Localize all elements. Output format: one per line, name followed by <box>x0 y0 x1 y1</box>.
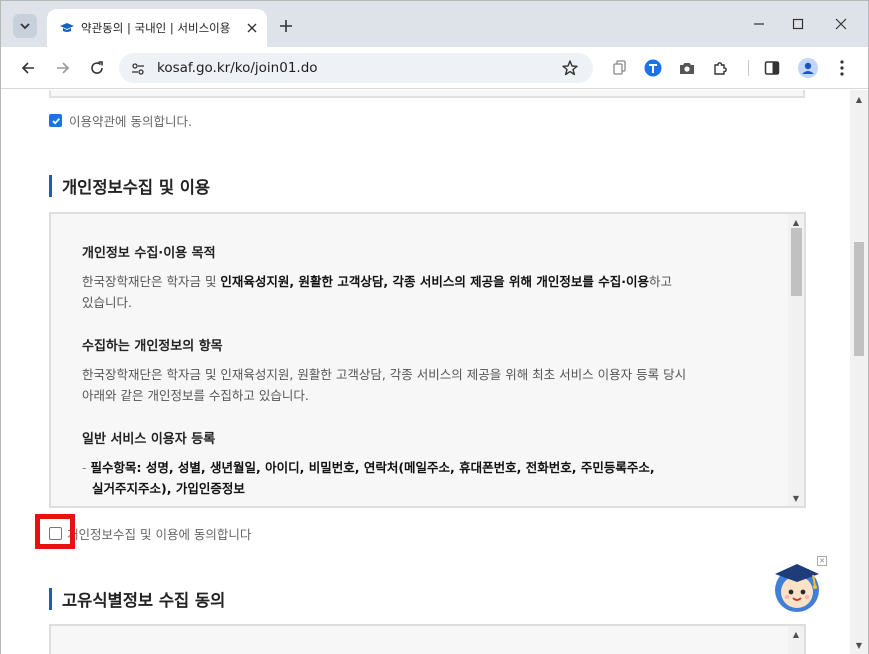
highlight-box <box>35 514 75 549</box>
puzzle-icon[interactable] <box>709 56 733 80</box>
terms-agree-label: 이용약관에 동의합니다. <box>69 114 192 129</box>
translate-icon[interactable] <box>641 56 665 80</box>
terms-scrollbar[interactable]: ▲ ▼ <box>788 214 804 506</box>
plus-icon[interactable] <box>275 15 297 37</box>
tab-bar: 약관동의 | 국내인 | 서비스이용자 등록 <box>1 1 868 47</box>
items-text: 한국장학재단은 학자금 및 인재육성지원, 원활한 고객상담, 각종 서비스의 … <box>82 367 687 403</box>
terms-agree-checkbox[interactable] <box>49 114 62 127</box>
section-title-text: 개인정보수집 및 이용 <box>62 178 211 197</box>
sidepanel-icon[interactable] <box>760 56 784 80</box>
arrow-right-icon[interactable] <box>51 56 75 80</box>
terms-scrollbar[interactable]: ▲ <box>788 626 804 654</box>
section-accent-bar <box>49 588 52 610</box>
privacy-terms-box[interactable]: 개인정보 수집·이용 목적 한국장학재단은 학자금 및 인재육성지원, 원활한 … <box>49 212 806 508</box>
section-accent-bar <box>49 175 52 197</box>
required-items: - 필수항목: 성명, 성별, 생년월일, 아이디, 비밀번호, 연락처(메일주… <box>82 460 655 496</box>
arrow-left-icon[interactable] <box>16 56 40 80</box>
purpose-text: 한국장학재단은 학자금 및 인재육성지원, 원활한 고객상담, 각종 서비스의 … <box>82 274 672 310</box>
general-heading: 일반 서비스 이용자 등록 <box>82 432 216 447</box>
browser-toolbar: kosaf.go.kr/ko/join01.do <box>1 47 868 89</box>
close-icon[interactable] <box>243 19 261 37</box>
unique-id-section-title: 고유식별정보 수집 동의 <box>49 587 225 611</box>
star-icon[interactable] <box>561 59 579 81</box>
close-icon[interactable]: ✕ <box>817 556 827 566</box>
reload-icon[interactable] <box>85 56 109 80</box>
graduation-cap-icon <box>59 20 75 36</box>
close-icon[interactable] <box>830 13 852 35</box>
page-scroll-thumb[interactable] <box>854 242 864 356</box>
privacy-agree-row[interactable]: 개인정보수집 및 이용에 동의합니다 <box>49 524 251 543</box>
more-vert-icon[interactable] <box>830 56 854 80</box>
copy-icon[interactable] <box>608 56 632 80</box>
browser-tab[interactable]: 약관동의 | 국내인 | 서비스이용자 등록 <box>47 9 267 47</box>
browser-window: 약관동의 | 국내인 | 서비스이용자 등록 <box>0 0 869 654</box>
privacy-terms-content: 개인정보 수집·이용 목적 한국장학재단은 학자금 및 인재육성지원, 원활한 … <box>82 242 742 499</box>
privacy-agree-label: 개인정보수집 및 이용에 동의합니다 <box>67 527 252 542</box>
maximize-icon[interactable] <box>787 13 809 35</box>
purpose-heading: 개인정보 수집·이용 목적 <box>82 246 216 261</box>
minimize-icon[interactable] <box>748 13 770 35</box>
address-bar[interactable]: kosaf.go.kr/ko/join01.do <box>119 53 593 83</box>
section-title-text: 고유식별정보 수집 동의 <box>62 591 226 610</box>
terms-scroll-thumb[interactable] <box>791 228 802 296</box>
page-scrollbar[interactable]: ▲ ▼ <box>850 90 868 654</box>
scroll-up-icon[interactable]: ▲ <box>791 217 801 227</box>
scroll-down-icon[interactable]: ▼ <box>791 493 801 503</box>
chevron-down-icon[interactable] <box>13 14 37 38</box>
tab-title: 약관동의 | 국내인 | 서비스이용자 등록 <box>81 21 231 35</box>
scroll-down-icon[interactable]: ▼ <box>854 640 864 650</box>
scroll-up-icon[interactable]: ▲ <box>854 94 864 104</box>
unique-id-terms-box[interactable]: ▲ <box>49 624 806 654</box>
page-viewport: 이용약관에 동의합니다. 개인정보수집 및 이용 개인정보 수집·이용 목적 한… <box>1 90 850 654</box>
terms-agree-row[interactable]: 이용약관에 동의합니다. <box>49 111 192 130</box>
tune-icon[interactable] <box>131 61 145 80</box>
profile-icon[interactable] <box>796 56 820 80</box>
items-heading: 수집하는 개인정보의 항목 <box>82 339 223 354</box>
camera-icon[interactable] <box>675 56 699 80</box>
scroll-up-icon[interactable]: ▲ <box>791 629 801 639</box>
toolbar-divider <box>748 60 749 76</box>
terms-box-bottom[interactable] <box>49 90 805 98</box>
url-text: kosaf.go.kr/ko/join01.do <box>157 60 318 76</box>
privacy-section-title: 개인정보수집 및 이용 <box>49 174 210 198</box>
